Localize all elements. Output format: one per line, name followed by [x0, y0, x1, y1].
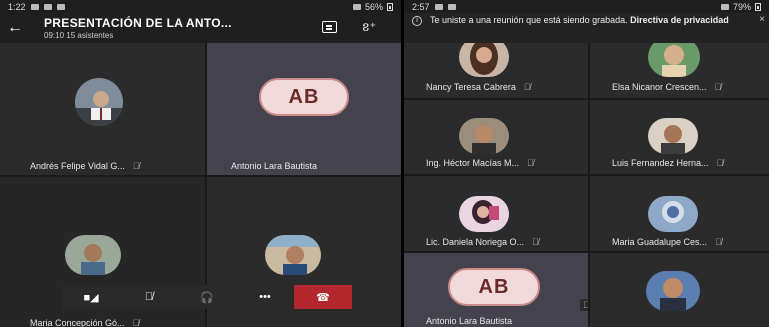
- meeting-header: ← PRESENTACIÓN DE LA ANTO... 09:10 15 as…: [0, 13, 401, 43]
- participant-photo: [648, 43, 700, 77]
- participant-photo: [65, 235, 121, 275]
- recording-notice-banner: i Te uniste a una reunión que está siend…: [404, 13, 769, 43]
- screenshot-composite: 1:22 56% ← PRESENTACIÓN DE LA ANTO... 09…: [0, 0, 769, 327]
- participant-photo: [265, 235, 321, 275]
- person-photo-icon: [459, 196, 509, 232]
- right-phone-screen: 2:57 79% i Te uniste a una reunión que e…: [404, 0, 769, 327]
- recording-notice-text: Te uniste a una reunión que está siendo …: [430, 15, 628, 25]
- mic-off-icon: 🎙̸: [527, 158, 534, 168]
- participant-photo: [459, 196, 509, 232]
- wifi-icon: [352, 3, 361, 10]
- participant-name: Luis Fernandez Herna... 🎙̸: [612, 158, 724, 168]
- participant-photo: [648, 118, 698, 154]
- chat-icon[interactable]: [322, 21, 337, 33]
- participant-name: Antonio Lara Bautista: [426, 316, 513, 326]
- participant-photo: [75, 78, 123, 126]
- participant-name: Maria Guadalupe Ces... 🎙̸: [612, 237, 722, 247]
- camera-off-button[interactable]: ■◢: [62, 285, 120, 309]
- participant-tile[interactable]: Elsa Nicanor Crescen... 🎙̸: [590, 43, 769, 98]
- status-time: 1:22: [8, 1, 26, 12]
- participant-tile[interactable]: Nancy Teresa Cabrera 🎙̸: [404, 43, 588, 98]
- participant-photo: [459, 118, 509, 154]
- meeting-title: PRESENTACIÓN DE LA ANTO...: [44, 16, 232, 30]
- mic-off-icon: 🎙̸: [580, 299, 588, 311]
- status-bar: 2:57 79%: [404, 0, 769, 13]
- more-options-button[interactable]: •••: [236, 285, 294, 309]
- participants-icon[interactable]: ខ⁺: [362, 19, 376, 37]
- participant-tile[interactable]: Ing. Héctor Macías M... 🎙̸: [404, 100, 588, 174]
- participant-initials-avatar: AB: [259, 78, 349, 116]
- participant-tile[interactable]: AB Antonio Lara Bautista: [207, 43, 401, 175]
- notification-icon: [434, 3, 443, 10]
- participant-tile[interactable]: Luis Fernandez Herna... 🎙̸: [590, 100, 769, 174]
- person-photo-icon: [648, 196, 698, 232]
- person-photo-icon: [65, 235, 121, 275]
- participant-tile[interactable]: Lic. Daniela Noriega O... 🎙̸: [404, 176, 588, 251]
- participant-name: Elsa Nicanor Crescen... 🎙̸: [612, 82, 722, 92]
- person-photo-icon: [646, 271, 700, 311]
- info-icon: i: [412, 16, 422, 26]
- phone-icon: [43, 3, 52, 10]
- mic-off-icon: 🎙̸: [714, 82, 722, 92]
- mic-off-icon: 🎙̸: [532, 237, 539, 247]
- person-photo-icon: [648, 43, 700, 77]
- person-photo-icon: [265, 235, 321, 275]
- phone-icon: [447, 3, 456, 10]
- participant-tile[interactable]: Andrés Felipe Vidal G... 🎙̸: [0, 43, 205, 175]
- mic-off-icon: 🎙̸: [715, 237, 722, 247]
- participant-photo: [646, 271, 700, 311]
- participant-name: Ing. Héctor Macías M... 🎙̸: [426, 158, 534, 168]
- mute-button[interactable]: 🎙̸: [120, 285, 178, 309]
- status-time: 2:57: [412, 1, 430, 12]
- battery-icon: [387, 2, 393, 11]
- mic-off-icon: 🎙̸: [132, 318, 140, 327]
- battery-icon: [755, 2, 761, 11]
- privacy-policy-link[interactable]: Directiva de privacidad: [630, 15, 729, 25]
- notification-icon: [30, 3, 39, 10]
- participant-name: Nancy Teresa Cabrera 🎙̸: [426, 82, 531, 92]
- mic-off-icon: 🎙̸: [716, 158, 724, 168]
- person-photo-icon: [459, 118, 509, 154]
- participant-name: Lic. Daniela Noriega O... 🎙̸: [426, 237, 539, 247]
- participant-name: Andrés Felipe Vidal G... 🎙̸: [30, 161, 140, 171]
- mic-off-icon: 🎙̸: [523, 82, 531, 92]
- status-battery-percent: 56%: [364, 1, 383, 12]
- participant-photo: [648, 196, 698, 232]
- person-photo-icon: [75, 78, 123, 126]
- meeting-subtitle: 09:10 15 asistentes: [44, 31, 114, 40]
- call-controls-bar: ■◢ 🎙̸ 🎧 ••• ☎: [62, 285, 352, 309]
- left-phone-screen: 1:22 56% ← PRESENTACIÓN DE LA ANTO... 09…: [0, 0, 401, 327]
- back-arrow-icon[interactable]: ←: [0, 19, 30, 37]
- hang-up-button[interactable]: ☎: [294, 285, 352, 309]
- participant-tile[interactable]: [590, 253, 769, 327]
- person-photo-icon: [648, 118, 698, 154]
- participant-photo: [459, 43, 509, 77]
- participant-tile[interactable]: AB Antonio Lara Bautista 🎙̸: [404, 253, 588, 327]
- status-battery-percent: 79%: [732, 1, 751, 12]
- person-photo-icon: [459, 43, 509, 77]
- audio-output-button[interactable]: 🎧: [178, 285, 236, 309]
- wifi-icon: [720, 3, 729, 10]
- participant-tile[interactable]: Maria Guadalupe Ces... 🎙̸: [590, 176, 769, 251]
- participant-name: Antonio Lara Bautista: [231, 161, 318, 171]
- message-icon: [56, 3, 65, 10]
- close-icon[interactable]: ×: [759, 15, 765, 25]
- status-bar: 1:22 56%: [0, 0, 401, 13]
- mic-off-icon: 🎙̸: [132, 161, 140, 171]
- participant-name: Maria Concepción Gó... 🎙̸: [30, 318, 140, 327]
- participant-initials-avatar: AB: [448, 268, 540, 306]
